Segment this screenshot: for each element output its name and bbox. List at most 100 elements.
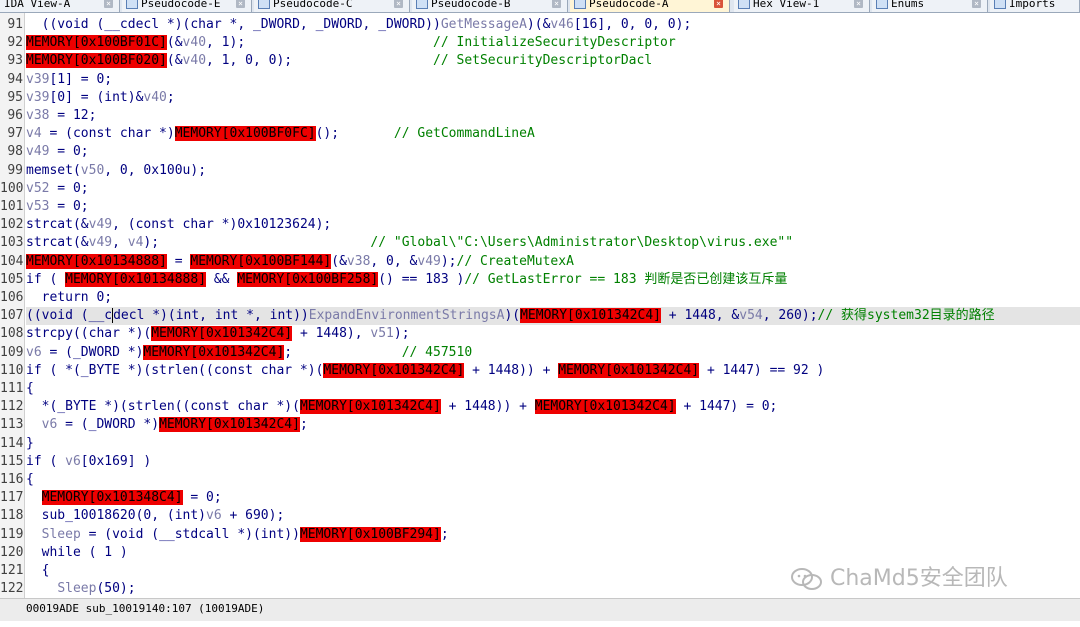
variable[interactable]: v4 <box>26 126 42 141</box>
code-line-105[interactable]: if ( MEMORY[0x10134888] && MEMORY[0x100B… <box>26 271 1080 289</box>
function-name[interactable]: ExpandEnvironmentStringsA <box>309 308 505 323</box>
variable[interactable]: v39 <box>26 90 49 105</box>
code-line-116[interactable]: { <box>26 471 1080 489</box>
code-line-113[interactable]: v6 = (_DWORD *)MEMORY[0x101342C4]; <box>26 416 1080 434</box>
watermark-text: ChaMd5安全团队 <box>830 566 1008 591</box>
tab-hex-view-1[interactable]: Hex View-1 × <box>734 0 870 12</box>
variable[interactable]: v39 <box>26 72 49 87</box>
memory-ref[interactable]: MEMORY[0x101342C4] <box>520 308 661 324</box>
memory-ref[interactable]: MEMORY[0x101342C4] <box>558 362 700 378</box>
code-line-104[interactable]: MEMORY[0x10134888] = MEMORY[0x100BF144](… <box>26 253 1080 271</box>
memory-ref[interactable]: MEMORY[0x100BF294] <box>299 526 441 542</box>
memory-ref[interactable]: MEMORY[0x101342C4] <box>299 399 441 415</box>
code-line-120[interactable]: while ( 1 ) <box>26 544 1080 562</box>
code-line-112[interactable]: *(_BYTE *)(strlen((const char *)(MEMORY[… <box>26 398 1080 416</box>
variable[interactable]: v6 <box>65 454 81 469</box>
code-line-96[interactable]: v38 = 12; <box>26 107 1080 125</box>
close-icon[interactable]: × <box>236 0 245 8</box>
variable[interactable]: v49 <box>417 254 440 269</box>
variable[interactable]: v46 <box>550 17 573 32</box>
code-line-114[interactable]: } <box>26 435 1080 453</box>
variable[interactable]: Sleep <box>42 527 81 542</box>
code-token: ; <box>166 89 175 105</box>
variable[interactable]: v6 <box>26 345 42 360</box>
variable[interactable]: v6 <box>206 508 222 523</box>
pseudocode-view[interactable]: ((void (__cdecl *)(char *, _DWORD, _DWOR… <box>26 13 1080 598</box>
code-line-101[interactable]: v53 = 0; <box>26 198 1080 216</box>
memory-ref[interactable]: MEMORY[0x100BF0FC] <box>174 126 316 142</box>
line-number: 116 <box>0 472 24 487</box>
code-line-107-current[interactable]: ((void (__cdecl *)(int, int *, int))Expa… <box>26 307 1080 326</box>
variable[interactable]: v38 <box>347 254 370 269</box>
code-line-102[interactable]: strcat(&v49, (const char *)0x10123624); <box>26 216 1080 234</box>
close-icon[interactable]: × <box>972 0 981 8</box>
memory-ref[interactable]: MEMORY[0x101342C4] <box>151 326 293 342</box>
close-icon[interactable]: × <box>714 0 723 8</box>
close-icon[interactable]: × <box>104 0 113 8</box>
code-line-108[interactable]: strcpy((char *)(MEMORY[0x101342C4] + 144… <box>26 325 1080 343</box>
memory-ref[interactable]: MEMORY[0x100BF020] <box>26 53 167 69</box>
close-icon[interactable]: × <box>552 0 561 8</box>
memory-ref[interactable]: MEMORY[0x10134888] <box>65 271 207 287</box>
memory-ref[interactable]: MEMORY[0x100BF01C] <box>26 35 167 51</box>
code-line-93[interactable]: MEMORY[0x100BF020](&v40, 1, 0, 0); // Se… <box>26 52 1080 70</box>
code-token: strcpy((char *)( <box>26 326 152 342</box>
variable[interactable]: v54 <box>739 308 762 323</box>
code-line-106[interactable]: return 0; <box>26 289 1080 307</box>
tab-pseudocode-c[interactable]: Pseudocode-C × <box>254 0 410 12</box>
code-line-110[interactable]: if ( *(_BYTE *)(strlen((const char *)(ME… <box>26 362 1080 380</box>
enums-icon <box>876 0 888 9</box>
variable[interactable]: v6 <box>42 417 58 432</box>
code-line-115[interactable]: if ( v6[0x169] ) <box>26 453 1080 471</box>
tab-ida-view-a[interactable]: IDA View-A × <box>0 0 120 12</box>
memory-ref[interactable]: MEMORY[0x101342C4] <box>534 399 676 415</box>
code-line-109[interactable]: v6 = (_DWORD *)MEMORY[0x101342C4]; // 45… <box>26 344 1080 362</box>
code-line-117[interactable]: MEMORY[0x101348C4] = 0; <box>26 489 1080 507</box>
variable[interactable]: v49 <box>89 217 112 232</box>
code-line-118[interactable]: sub_10018620(0, (int)v6 + 690); <box>26 507 1080 525</box>
tab-pseudocode-a[interactable]: Pseudocode-A × <box>570 0 730 12</box>
code-line-100[interactable]: v52 = 0; <box>26 180 1080 198</box>
code-line-111[interactable]: { <box>26 380 1080 398</box>
memory-ref[interactable]: MEMORY[0x100BF258] <box>237 271 379 287</box>
code-line-119[interactable]: Sleep = (void (__stdcall *)(int))MEMORY[… <box>26 526 1080 544</box>
function-name[interactable]: GetMessageA <box>441 17 527 32</box>
comment: // GetCommandLineA <box>393 126 535 142</box>
tab-pseudocode-e[interactable]: Pseudocode-E × <box>122 0 252 12</box>
close-icon[interactable]: × <box>854 0 863 8</box>
memory-ref[interactable]: MEMORY[0x101348C4] <box>41 490 183 506</box>
tab-pseudocode-b[interactable]: Pseudocode-B × <box>412 0 568 12</box>
variable[interactable]: v49 <box>89 235 112 250</box>
code-line-99[interactable]: memset(v50, 0, 0x100u); <box>26 162 1080 180</box>
variable[interactable]: v52 <box>26 181 49 196</box>
memory-ref[interactable]: MEMORY[0x101342C4] <box>323 362 465 378</box>
variable[interactable]: v40 <box>183 35 206 50</box>
variable[interactable]: v4 <box>128 235 144 250</box>
variable[interactable]: v51 <box>370 326 393 341</box>
variable[interactable]: v50 <box>81 163 104 178</box>
variable[interactable]: v49 <box>26 144 49 159</box>
code-line-97[interactable]: v4 = (const char *)MEMORY[0x100BF0FC]();… <box>26 125 1080 143</box>
close-icon[interactable]: × <box>394 0 403 8</box>
variable[interactable]: v38 <box>26 108 49 123</box>
memory-ref[interactable]: MEMORY[0x10134888] <box>26 253 167 269</box>
variable[interactable]: v40 <box>183 53 206 68</box>
variable[interactable]: Sleep <box>57 581 96 596</box>
code-line-98[interactable]: v49 = 0; <box>26 143 1080 161</box>
tab-imports[interactable]: Imports <box>990 0 1080 12</box>
code-line-91[interactable]: ((void (__cdecl *)(char *, _DWORD, _DWOR… <box>26 16 1080 34</box>
variable[interactable]: v40 <box>143 90 166 105</box>
line-number: 94 <box>7 71 23 87</box>
tab-enums[interactable]: Enums × <box>872 0 988 12</box>
code-line-92[interactable]: MEMORY[0x100BF01C](&v40, 1); // Initiali… <box>26 34 1080 52</box>
memory-ref[interactable]: MEMORY[0x100BF144] <box>190 253 332 269</box>
code-line-95[interactable]: v39[0] = (int)&v40; <box>26 89 1080 107</box>
comment: // SetSecurityDescriptorDacl <box>433 53 653 69</box>
line-number: 103 <box>0 235 24 251</box>
variable[interactable]: v53 <box>26 199 49 214</box>
code-line-103[interactable]: strcat(&v49, v4); // "Global\"C:\Users\A… <box>26 234 1080 252</box>
memory-ref[interactable]: MEMORY[0x101342C4] <box>159 417 300 433</box>
memory-ref[interactable]: MEMORY[0x101342C4] <box>143 344 285 360</box>
tab-label: Pseudocode-B <box>431 0 511 10</box>
code-line-94[interactable]: v39[1] = 0; <box>26 71 1080 89</box>
